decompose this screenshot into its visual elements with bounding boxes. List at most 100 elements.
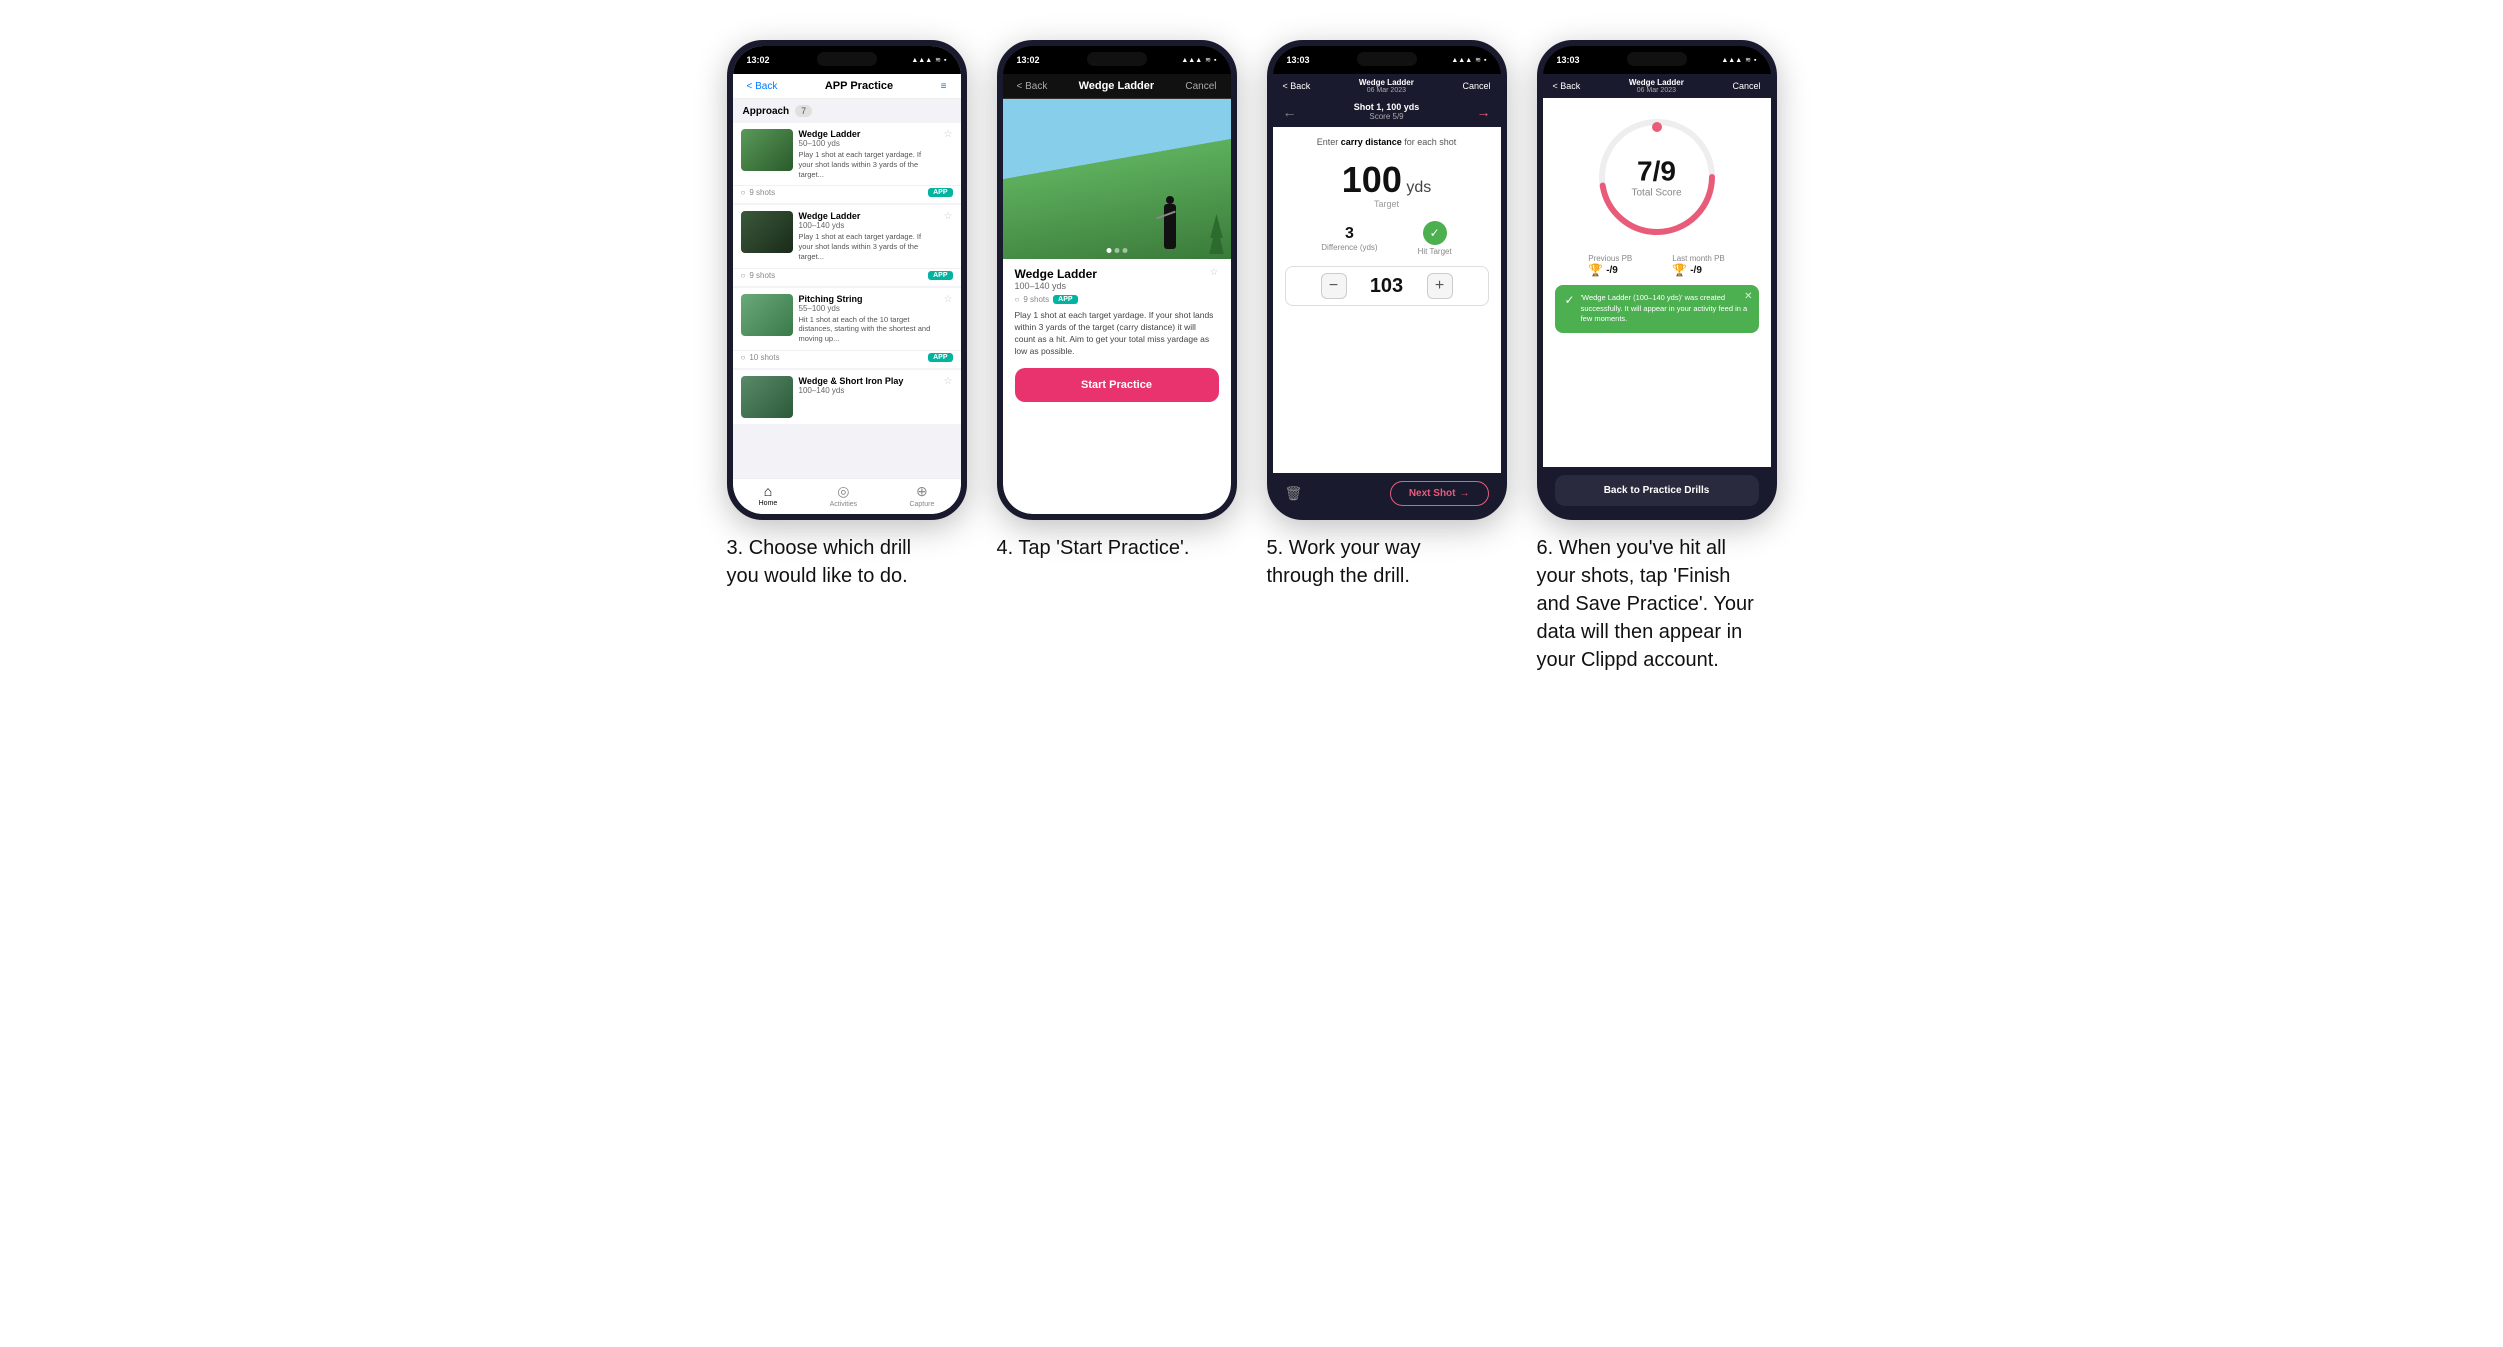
- start-practice-button[interactable]: Start Practice: [1015, 368, 1219, 402]
- favorite-icon-2[interactable]: ☆: [944, 211, 953, 222]
- drill-info-3: Pitching String 55–100 yds Hit 1 shot at…: [799, 294, 938, 344]
- metrics-row: 3 Difference (yds) ✓ Hit Target: [1285, 221, 1489, 256]
- golfer-figure: [1164, 204, 1176, 249]
- approach-label: Approach 7: [733, 99, 961, 123]
- target-yds: 100: [1342, 159, 1402, 200]
- nav-title-3: Wedge Ladder: [1359, 78, 1414, 87]
- next-shot-button[interactable]: Next Shot →: [1390, 481, 1489, 506]
- list-item[interactable]: Wedge Ladder 100–140 yds Play 1 shot at …: [733, 205, 961, 285]
- drill-list: Wedge Ladder 50–100 yds Play 1 shot at e…: [733, 123, 961, 426]
- signal-icon-2: ▲▲▲: [1181, 57, 1202, 64]
- caption-1: 3. Choose which drill you would like to …: [727, 534, 947, 590]
- favorite-icon-3[interactable]: ☆: [944, 294, 953, 305]
- shot-nav: ← Shot 1, 100 yds Score 5/9 →: [1273, 98, 1501, 127]
- back-button-3[interactable]: < Back: [1283, 81, 1311, 91]
- caption-4: 6. When you've hit all your shots, tap '…: [1537, 534, 1757, 674]
- caption-3: 5. Work your way through the drill.: [1267, 534, 1487, 590]
- golf-image: [1003, 99, 1231, 259]
- phone-3-body: Enter carry distance for each shot 100 y…: [1273, 127, 1501, 473]
- back-button-2[interactable]: < Back: [1017, 81, 1048, 92]
- clock-icon-card: ○: [1015, 295, 1020, 304]
- wifi-icon-4: ≋: [1745, 56, 1751, 64]
- cancel-button-4[interactable]: Cancel: [1732, 81, 1760, 91]
- decrement-button[interactable]: −: [1321, 273, 1347, 299]
- phone-3-notch: 13:03 ▲▲▲ ≋ ▪: [1273, 46, 1501, 74]
- battery-icon-2: ▪: [1214, 57, 1216, 64]
- phone-2-nav: < Back Wedge Ladder Cancel: [1003, 74, 1231, 99]
- back-button-4[interactable]: < Back: [1553, 81, 1581, 91]
- previous-pb: Previous PB 🏆 -/9: [1588, 254, 1632, 277]
- nav-home[interactable]: ⌂ Home: [759, 483, 778, 508]
- phone-4-notch: 13:03 ▲▲▲ ≋ ▪: [1543, 46, 1771, 74]
- phone-4-nav: < Back Wedge Ladder 06 Mar 2023 Cancel: [1543, 74, 1771, 98]
- favorite-icon-4[interactable]: ☆: [944, 376, 953, 387]
- favorite-icon-1[interactable]: ☆: [944, 129, 953, 140]
- back-to-drills-button[interactable]: Back to Practice Drills: [1555, 475, 1759, 506]
- nav-center-3: Wedge Ladder 06 Mar 2023: [1359, 78, 1414, 94]
- wifi-icon: ≋: [935, 56, 941, 64]
- cancel-button-3[interactable]: Cancel: [1462, 81, 1490, 91]
- phone-2-time: 13:02: [1017, 55, 1040, 65]
- nav-title-4: Wedge Ladder: [1629, 78, 1684, 87]
- nav-activities[interactable]: ◎ Activities: [830, 483, 858, 508]
- phone-2-frame: 13:02 ▲▲▲ ≋ ▪ < Back Wedge Ladder Cancel: [997, 40, 1237, 520]
- next-shot-arrow[interactable]: →: [1477, 104, 1491, 120]
- drill-card-desc: Play 1 shot at each target yardage. If y…: [1015, 310, 1219, 358]
- score-circle-container: 7/9 Total Score: [1592, 112, 1722, 242]
- phone-4-body: 7/9 Total Score Previous PB 🏆 -/9: [1543, 98, 1771, 467]
- drill-info-4: Wedge & Short Iron Play 100–140 yds: [799, 376, 938, 395]
- notch-pill-4: [1627, 52, 1687, 66]
- score-main: 7/9: [1631, 156, 1681, 188]
- phone-4-screen: 13:03 ▲▲▲ ≋ ▪ < Back Wedge Ladder 06 Mar…: [1543, 46, 1771, 514]
- phone-4-frame: 13:03 ▲▲▲ ≋ ▪ < Back Wedge Ladder 06 Mar…: [1537, 40, 1777, 520]
- phone-4-column: 13:03 ▲▲▲ ≋ ▪ < Back Wedge Ladder 06 Mar…: [1537, 40, 1777, 674]
- phone-4-time: 13:03: [1557, 55, 1580, 65]
- close-icon[interactable]: ✕: [1744, 291, 1752, 302]
- app-badge-1: APP: [928, 188, 952, 197]
- drill-info-2: Wedge Ladder 100–140 yds Play 1 shot at …: [799, 211, 938, 261]
- phone-2-status-icons: ▲▲▲ ≋ ▪: [1181, 56, 1216, 64]
- phone-3-column: 13:03 ▲▲▲ ≋ ▪ < Back Wedge Ladder 06 Mar…: [1267, 40, 1507, 590]
- notch-pill-1: [817, 52, 877, 66]
- prev-shot-arrow[interactable]: ←: [1283, 104, 1297, 120]
- nav-menu-1[interactable]: ≡: [941, 81, 947, 92]
- delete-icon[interactable]: 🗑: [1285, 485, 1303, 502]
- approach-text: Approach: [743, 106, 790, 117]
- cancel-button-2[interactable]: Cancel: [1185, 81, 1216, 92]
- phone-3-status-icons: ▲▲▲ ≋ ▪: [1451, 56, 1486, 64]
- phone-1-notch: 13:02 ▲▲▲ ≋ ▪: [733, 46, 961, 74]
- dot-2: [1114, 248, 1119, 253]
- nav-center-4: Wedge Ladder 06 Mar 2023: [1629, 78, 1684, 94]
- drill-thumb-3: [741, 294, 793, 336]
- drill-card-name: Wedge Ladder: [1015, 267, 1097, 281]
- nav-capture[interactable]: ⊕ Capture: [909, 483, 934, 508]
- list-item[interactable]: Wedge & Short Iron Play 100–140 yds ☆: [733, 370, 961, 424]
- battery-icon-3: ▪: [1484, 57, 1486, 64]
- app-badge-3: APP: [928, 353, 952, 362]
- difference-label: Difference (yds): [1321, 243, 1377, 252]
- dot-3: [1122, 248, 1127, 253]
- back-button-1[interactable]: < Back: [747, 81, 778, 92]
- distance-input-row: − 103 +: [1285, 266, 1489, 306]
- drill-thumb-4: [741, 376, 793, 418]
- drill-thumb-1: [741, 129, 793, 171]
- success-toast: ✓ 'Wedge Ladder (100–140 yds)' was creat…: [1555, 285, 1759, 333]
- increment-button[interactable]: +: [1427, 273, 1453, 299]
- phone-2-body: Wedge Ladder 100–140 yds ☆ ○ 9 shots APP…: [1003, 259, 1231, 514]
- nav-subtitle-4: 06 Mar 2023: [1629, 87, 1684, 94]
- phone-2-notch: 13:02 ▲▲▲ ≋ ▪: [1003, 46, 1231, 74]
- drill-card-yds: 100–140 yds: [1015, 281, 1097, 291]
- trophy-icon-2: 🏆: [1672, 263, 1687, 277]
- distance-input[interactable]: 103: [1357, 275, 1417, 298]
- pb-row: Previous PB 🏆 -/9 Last month PB 🏆 -/9: [1555, 254, 1759, 277]
- list-item[interactable]: Wedge Ladder 50–100 yds Play 1 shot at e…: [733, 123, 961, 203]
- notch-pill-2: [1087, 52, 1147, 66]
- phone-3-bottom: 🗑 Next Shot →: [1273, 473, 1501, 514]
- wifi-icon-2: ≋: [1205, 56, 1211, 64]
- shot-score: Score 5/9: [1354, 112, 1420, 121]
- list-item[interactable]: Pitching String 55–100 yds Hit 1 shot at…: [733, 288, 961, 368]
- favorite-icon-card[interactable]: ☆: [1210, 267, 1219, 278]
- shot-info-center: Shot 1, 100 yds Score 5/9: [1354, 102, 1420, 121]
- target-label: Target: [1285, 199, 1489, 209]
- drill-desc-3: Hit 1 shot at each of the 10 target dist…: [799, 315, 938, 344]
